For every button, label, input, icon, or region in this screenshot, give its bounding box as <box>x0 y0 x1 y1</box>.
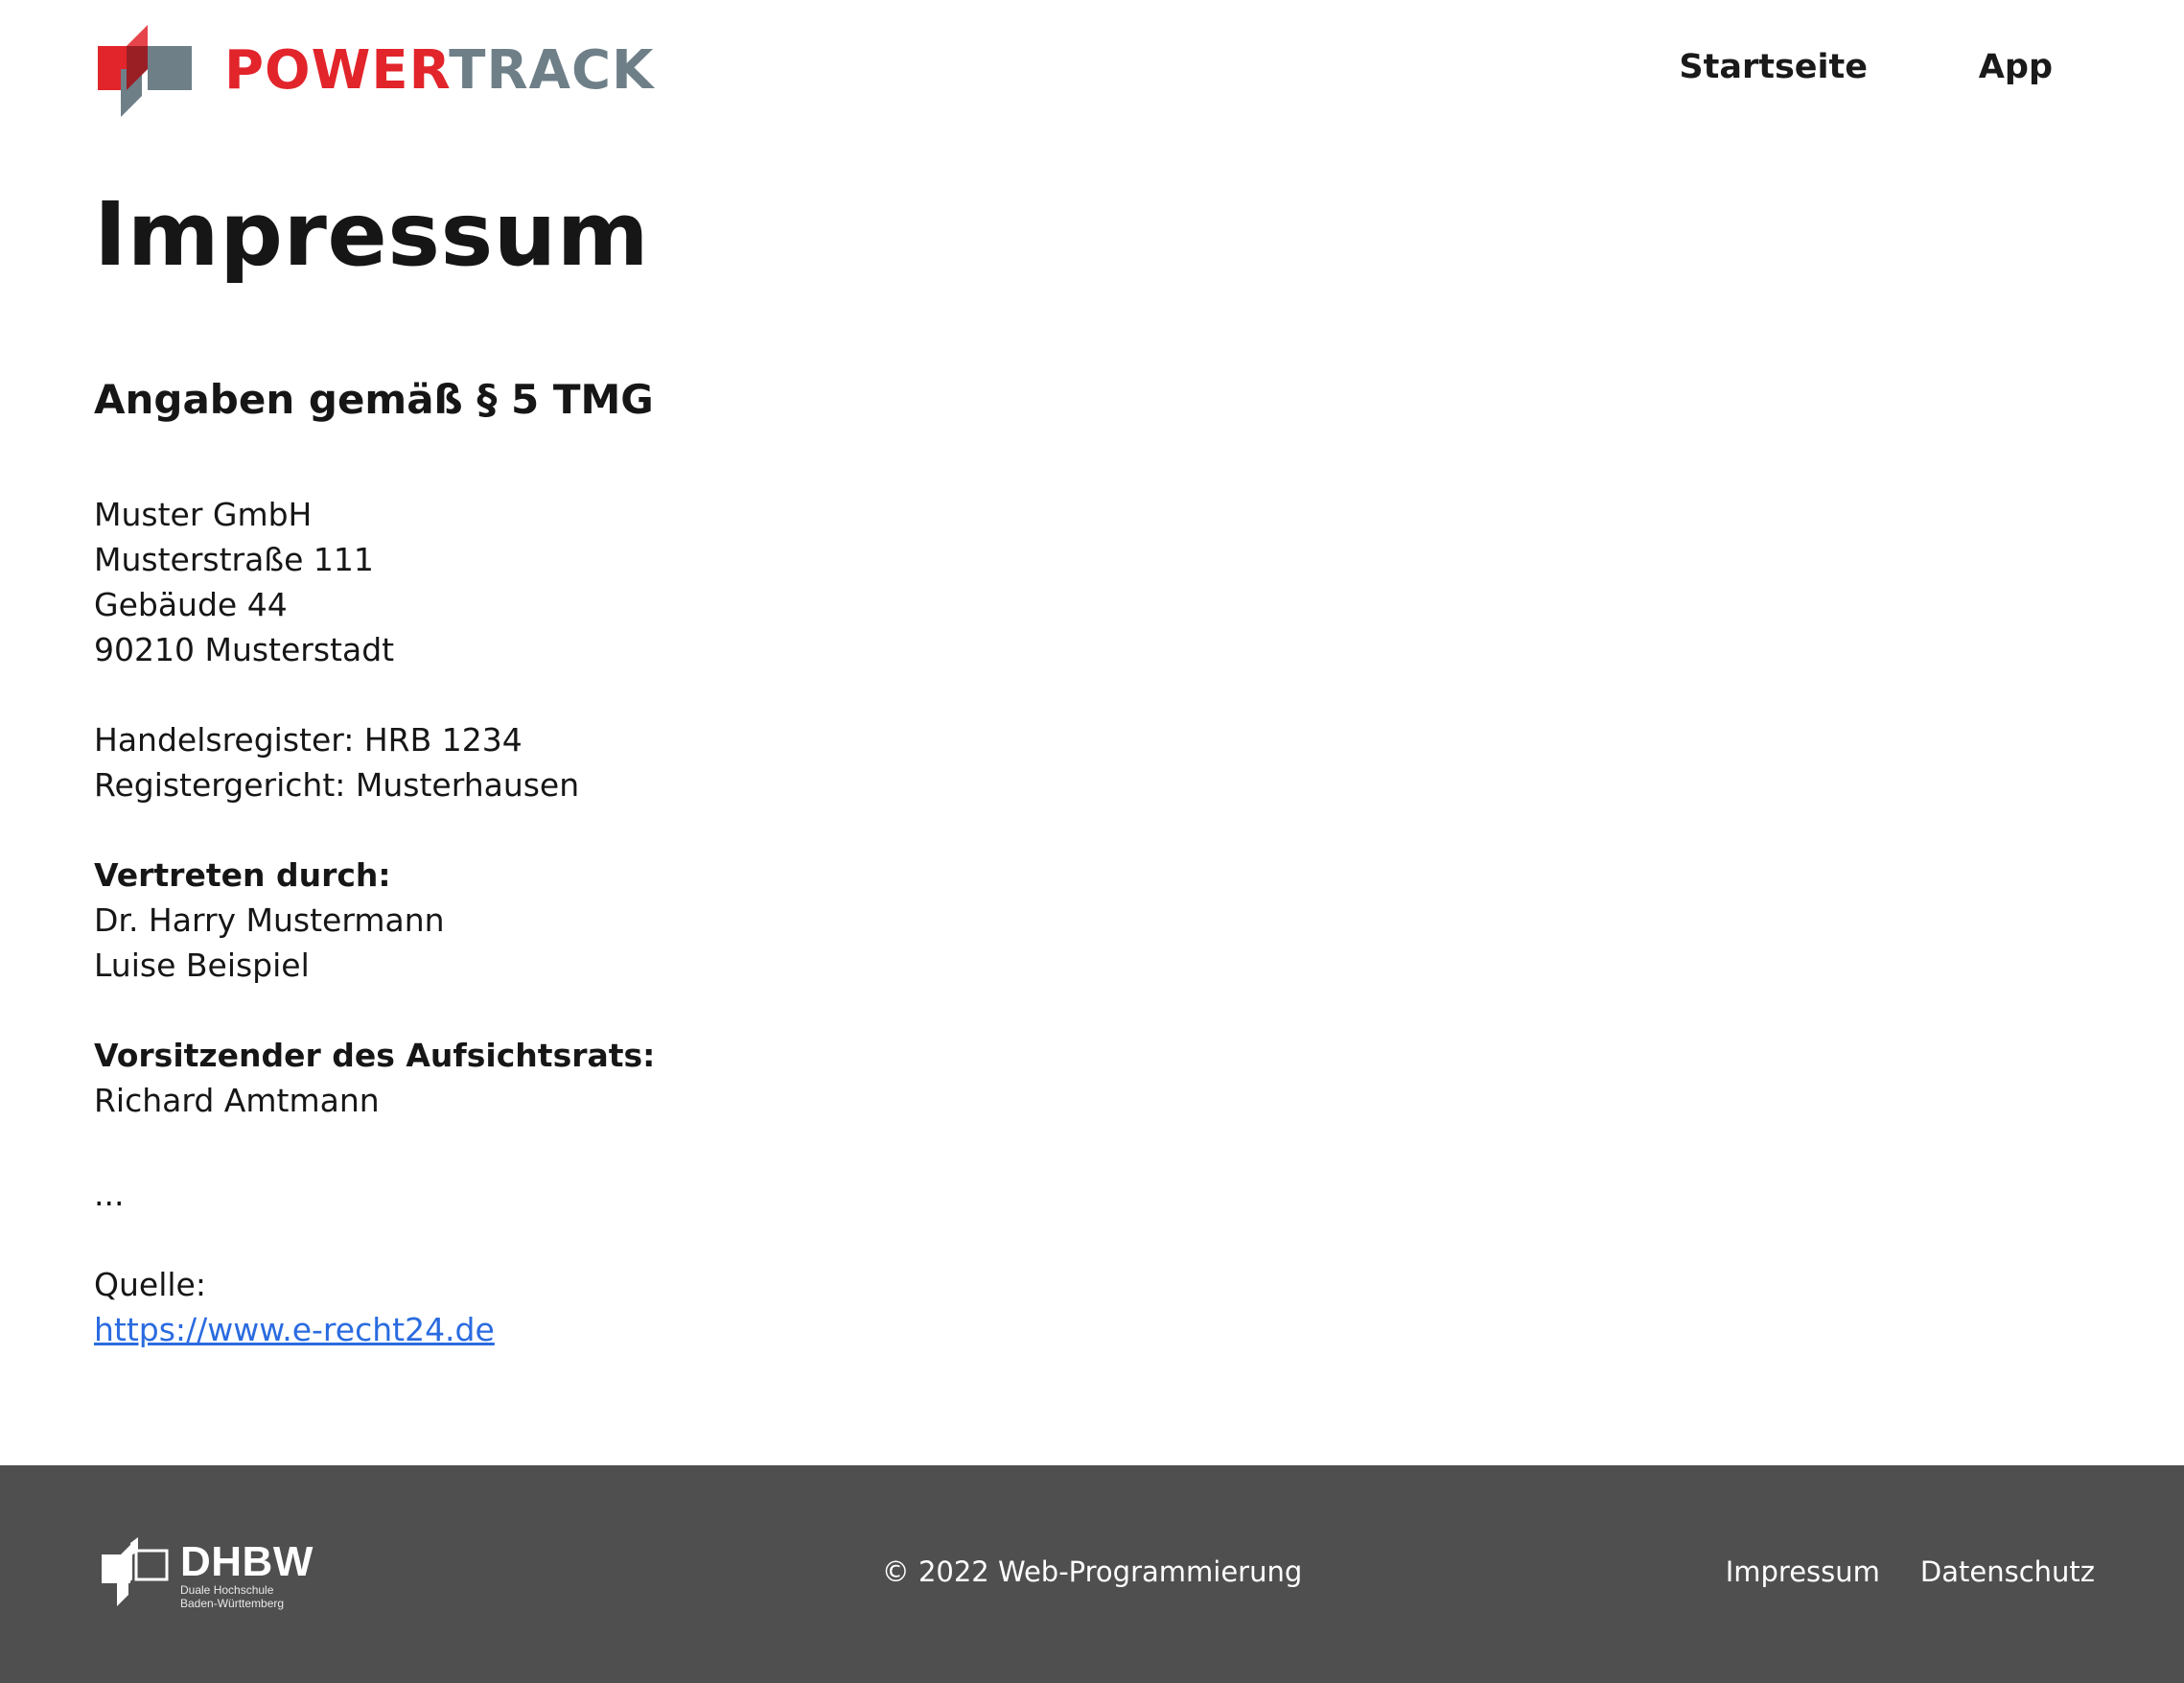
imprint-content: Muster GmbH Musterstraße 111 Gebäude 44 … <box>94 492 1628 1352</box>
dhbw-logo-subtitle: Baden-Württemberg <box>180 1597 285 1610</box>
brand-wordmark: POWERTRACK <box>224 44 654 98</box>
site-header: POWERTRACK Startseite App <box>0 0 2184 144</box>
main-content: Impressum Angaben gemäß § 5 TMG Muster G… <box>94 182 1628 1352</box>
source-link[interactable]: https://www.e-recht24.de <box>94 1311 495 1348</box>
brand-wordmark-power: POWER <box>224 39 450 102</box>
representative-name: Dr. Harry Mustermann <box>94 900 445 939</box>
address-street: Musterstraße 111 <box>94 540 374 578</box>
footer-link-impressum[interactable]: Impressum <box>1726 1555 1880 1588</box>
section-title: Angaben gemäß § 5 TMG <box>94 376 654 424</box>
address-city: 90210 Musterstadt <box>94 630 395 668</box>
site-footer: DHBW Duale Hochschule Baden-Württemberg … <box>0 1465 2184 1683</box>
representative-name: Luise Beispiel <box>94 946 310 984</box>
nav-link-app[interactable]: App <box>1979 48 2053 86</box>
page-title: Impressum <box>94 183 650 286</box>
brand-wordmark-track: TRACK <box>449 39 655 102</box>
ellipsis-text: ... <box>94 1175 125 1213</box>
register-court: Registergericht: Musterhausen <box>94 765 580 804</box>
brand-logo[interactable]: POWERTRACK <box>98 25 654 117</box>
represented-by-label: Vertreten durch: <box>94 855 391 894</box>
address-building: Gebäude 44 <box>94 585 288 623</box>
source-label: Quelle: <box>94 1265 206 1303</box>
address-company: Muster GmbH <box>94 495 313 533</box>
board-chair-name: Richard Amtmann <box>94 1081 380 1119</box>
board-chair-label: Vorsitzender des Aufsichtsrats: <box>94 1036 656 1074</box>
footer-links: Impressum Datenschutz <box>1726 1555 2095 1588</box>
powertrack-logo-icon <box>98 25 192 117</box>
nav-link-startseite[interactable]: Startseite <box>1679 48 1868 86</box>
commercial-register: Handelsregister: HRB 1234 <box>94 720 523 759</box>
footer-link-datenschutz[interactable]: Datenschutz <box>1920 1555 2095 1588</box>
